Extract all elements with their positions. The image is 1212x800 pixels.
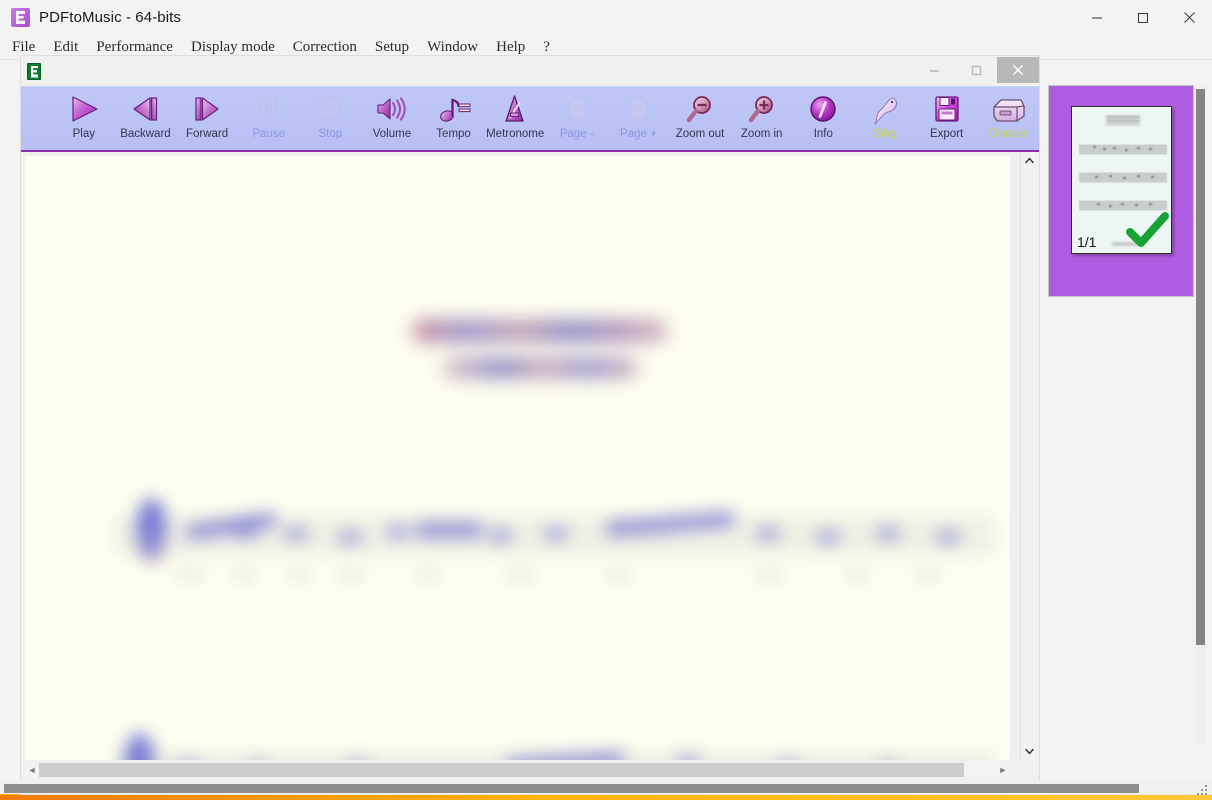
score-staff-system-1 [115, 496, 995, 579]
score-child-window: Play Backward Forward Pause Stop Volume … [20, 55, 1040, 793]
toolbar-button-page-minus[interactable]: Page - [546, 87, 608, 149]
toolbar-button-info[interactable]: Info [793, 87, 855, 149]
toolbar-button-pause[interactable]: Pause [238, 87, 300, 149]
toolbar-label-volume: Volume [372, 128, 412, 140]
toolbar-label-zoom-out: Zoom out [675, 128, 725, 140]
thumbnail-scroll-thumb[interactable] [1196, 89, 1205, 645]
toolbar-label-sing: Sing [873, 128, 897, 140]
window-title: PDFtoMusic - 64-bits [39, 9, 182, 26]
toolbar-button-play[interactable]: Play [53, 87, 115, 149]
zoom-in-icon [739, 91, 785, 127]
green-check-icon [1126, 211, 1170, 251]
desktop-bottom-accent [0, 795, 1212, 800]
child-minimize-icon[interactable] [913, 57, 955, 83]
document-horizontal-scrollbar[interactable]: ◄ ► [25, 762, 1010, 778]
drawer-box-icon [985, 91, 1031, 127]
toolbar-label-play: Play [72, 128, 95, 140]
toolbar-button-zoom-out[interactable]: Zoom out [669, 87, 731, 149]
backward-icon [122, 91, 168, 127]
toolbar-button-backward[interactable]: Backward [115, 87, 177, 149]
score-staff-system-2 [115, 731, 995, 760]
page-thumbnail-panel[interactable]: 1/1 [1048, 85, 1194, 297]
minimize-icon[interactable] [1074, 0, 1120, 35]
toolbar-label-pause: Pause [252, 128, 285, 140]
pause-icon [246, 91, 292, 127]
maximize-icon[interactable] [1120, 0, 1166, 35]
toolbar-label-stop: Stop [318, 128, 343, 140]
toolbar-button-stop[interactable]: Stop [300, 87, 362, 149]
page-previous-icon [554, 91, 600, 127]
horizontal-scroll-thumb[interactable] [39, 763, 964, 777]
toolbar-label-page-plus: Page + [620, 128, 657, 140]
child-close-icon[interactable] [997, 57, 1039, 83]
zoom-out-icon [677, 91, 723, 127]
metronome-icon [492, 91, 538, 127]
score-document-pane: ◄ ► [21, 152, 1039, 792]
window-controls [1074, 0, 1212, 35]
child-restore-icon[interactable] [955, 57, 997, 83]
toolbar-label-export: Export [929, 128, 964, 140]
score-title-redacted [395, 314, 695, 394]
desktop-bottom-bar [4, 784, 1139, 793]
toolbar-button-page-plus[interactable]: Page + [608, 87, 670, 149]
toolbar-button-tempo[interactable]: Tempo [423, 87, 485, 149]
toolbar-button-drawer[interactable]: Drawer [977, 87, 1039, 149]
toolbar-label-forward: Forward [185, 128, 229, 140]
thumbnail-title-redacted [1106, 116, 1140, 125]
thumbnail-staff-1 [1079, 141, 1167, 159]
window-titlebar: PDFtoMusic - 64-bits [0, 0, 1212, 35]
toolbar-button-forward[interactable]: Forward [176, 87, 238, 149]
floppy-save-icon [924, 91, 970, 127]
bird-sing-icon [862, 91, 908, 127]
child-window-controls [913, 57, 1039, 85]
thumbnail-page-number: 1/1 [1077, 234, 1097, 250]
forward-icon [184, 91, 230, 127]
toolbar-label-info: Info [813, 128, 833, 140]
chevron-up-icon[interactable] [1021, 152, 1038, 169]
vertical-scroll-thumb[interactable] [1021, 169, 1038, 743]
pdf-green-icon [27, 62, 41, 80]
toolbar-button-zoom-in[interactable]: Zoom in [731, 87, 793, 149]
score-page-canvas[interactable] [25, 156, 1010, 760]
child-window-titlebar [21, 56, 1039, 86]
close-icon[interactable] [1166, 0, 1212, 35]
pdf-document-icon [11, 8, 30, 27]
document-vertical-scrollbar[interactable] [1020, 152, 1038, 760]
play-icon [61, 91, 107, 127]
toolbar-label-drawer: Drawer [989, 128, 1027, 140]
toolbar-button-export[interactable]: Export [916, 87, 978, 149]
thumbnail-staff-2 [1079, 169, 1167, 187]
page-next-icon [615, 91, 661, 127]
player-toolbar: Play Backward Forward Pause Stop Volume … [21, 86, 1039, 152]
page-thumbnail-item[interactable]: 1/1 [1071, 106, 1172, 254]
volume-icon [369, 91, 415, 127]
toolbar-button-sing[interactable]: Sing [854, 87, 916, 149]
toolbar-label-metronome: Metronome [486, 128, 545, 140]
chevron-down-icon[interactable] [1021, 743, 1038, 760]
toolbar-label-backward: Backward [120, 128, 171, 140]
toolbar-button-volume[interactable]: Volume [361, 87, 423, 149]
toolbar-label-zoom-in: Zoom in [740, 128, 783, 140]
toolbar-label-page-minus: Page - [559, 128, 594, 140]
stop-icon [307, 91, 353, 127]
toolbar-label-tempo: Tempo [436, 128, 471, 140]
chevron-right-icon[interactable]: ► [996, 762, 1010, 778]
tempo-note-icon [431, 91, 477, 127]
main-window: PDFtoMusic - 64-bits File Edit Performan… [0, 0, 1212, 793]
chevron-left-icon[interactable]: ◄ [25, 762, 39, 778]
toolbar-button-metronome[interactable]: Metronome [484, 87, 546, 149]
info-icon [800, 91, 846, 127]
